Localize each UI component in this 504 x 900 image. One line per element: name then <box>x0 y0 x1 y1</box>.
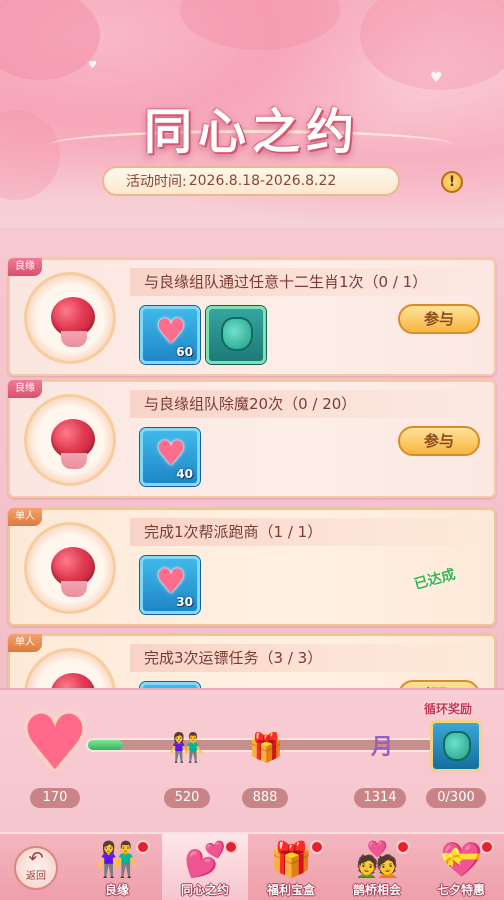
reward-list: ♥ 60 <box>140 306 266 364</box>
notification-badge <box>310 840 324 854</box>
event-time-bar: 活动时间: 2026.8.18-2026.8.22 <box>102 166 400 196</box>
blossom-decoration <box>0 0 100 80</box>
milestone-value: 520 <box>164 788 210 808</box>
task-card: 良缘 与良缘组队除魔20次（0 / 20） ♥ 40 参与 <box>8 380 496 498</box>
tab-label: 鹊桥相会 <box>352 883 401 897</box>
task-avatar <box>24 394 116 486</box>
loop-reward-item[interactable] <box>430 720 482 772</box>
time-range: 2026.8.18-2026.8.22 <box>188 173 337 189</box>
rose-bouquet-icon <box>51 673 95 688</box>
task-list[interactable]: 良缘 与良缘组队通过任意十二生肖1次（0 / 1） ♥ 60 参与 良缘 与良缘… <box>0 228 504 688</box>
heart-gift-icon: 💝 <box>440 840 483 880</box>
reward-count: 30 <box>176 595 193 609</box>
reward-list: ♥ 30 <box>140 556 200 614</box>
task-tag: 良缘 <box>8 258 42 276</box>
gift-pouch-icon[interactable]: 🎁 <box>246 728 286 768</box>
task-avatar <box>24 648 116 688</box>
page-title: 同心之约 <box>143 104 360 160</box>
tab-tongxin[interactable]: 💕 同心之约 <box>162 834 248 900</box>
rose-bouquet-icon <box>51 547 95 597</box>
task-card: 单人 完成3次运镖任务（3 / 3） ♥ 领取 <box>8 634 496 688</box>
notification-badge <box>396 840 410 854</box>
task-title: 与良缘组队除魔20次（0 / 20） <box>130 390 488 418</box>
task-card: 单人 完成1次帮派跑商（1 / 1） ♥ 30 已达成 <box>8 508 496 626</box>
couple-icon: 👫 <box>96 840 139 880</box>
back-arrow-icon: ↶ <box>28 848 44 869</box>
tab-liangyuan[interactable]: 👫 良缘 <box>74 834 160 900</box>
magpie-bridge-icon: 💑 <box>356 840 399 880</box>
event-header: ♥ ♥ 同心之约 活动时间: 2026.8.18-2026.8.22 ! <box>0 0 504 228</box>
back-label: 返回 <box>26 871 46 882</box>
time-label: 活动时间: <box>126 174 187 190</box>
tab-queqiao[interactable]: 💑 鹊桥相会 <box>334 834 420 900</box>
tab-fuli[interactable]: 🎁 福利宝盒 <box>248 834 334 900</box>
reward-count: 40 <box>176 467 193 481</box>
reward-count: 60 <box>176 345 193 359</box>
rose-bouquet-icon <box>51 419 95 469</box>
progress-panel: ♥ 170 👫 520 🎁 888 月 1314 循环奖励 0/300 <box>0 688 504 832</box>
heart-icon: ♥ <box>155 312 187 352</box>
tab-qixi[interactable]: 💝 七夕特惠 <box>418 834 504 900</box>
task-title: 完成3次运镖任务（3 / 3） <box>130 644 488 672</box>
heart-icon: ♥ <box>430 70 443 86</box>
milestone-value: 888 <box>242 788 288 808</box>
task-avatar <box>24 522 116 614</box>
tab-label: 同心之约 <box>180 883 229 897</box>
month-card-icon[interactable]: 月 <box>362 728 402 768</box>
bottom-nav: ↶ 返回 👫 良缘 💕 同心之约 🎁 福利宝盒 💑 鹊桥相会 💝 七夕特惠 <box>0 832 504 900</box>
loop-reward-label: 循环奖励 <box>424 702 473 716</box>
task-tag: 单人 <box>8 634 42 652</box>
join-button[interactable]: 参与 <box>398 426 480 456</box>
heart-icon: ♥ <box>88 60 97 71</box>
heart-icon: ♥ <box>155 562 187 602</box>
tab-label: 福利宝盒 <box>266 883 315 897</box>
task-title: 完成1次帮派跑商（1 / 1） <box>130 518 488 546</box>
notification-badge <box>480 840 494 854</box>
reward-item[interactable]: ♥ 40 <box>140 428 200 486</box>
task-tag: 良缘 <box>8 380 42 398</box>
task-avatar <box>24 272 116 364</box>
reward-item[interactable]: ♥ 30 <box>140 556 200 614</box>
notification-badge <box>224 840 238 854</box>
bag-icon <box>221 317 253 351</box>
tab-label: 七夕特惠 <box>436 883 485 897</box>
double-heart-icon: 💕 <box>184 840 227 880</box>
exclamation-icon[interactable]: ! <box>441 171 463 193</box>
reward-item[interactable]: ♥ 60 <box>140 306 200 364</box>
reward-list: ♥ 40 <box>140 428 200 486</box>
bag-icon <box>443 731 471 761</box>
heart-icon: ♥ <box>155 434 187 474</box>
blossom-decoration <box>180 0 340 50</box>
rose-bouquet-icon <box>51 297 95 347</box>
gift-box-icon: 🎁 <box>270 840 313 880</box>
join-button[interactable]: 参与 <box>398 304 480 334</box>
tab-label: 良缘 <box>104 883 129 897</box>
reward-item[interactable] <box>206 306 266 364</box>
notification-badge <box>136 840 150 854</box>
task-title: 与良缘组队通过任意十二生肖1次（0 / 1） <box>130 268 488 296</box>
claim-button[interactable]: 领取 <box>398 680 480 688</box>
milestone-value: 1314 <box>354 788 406 808</box>
loop-progress: 0/300 <box>426 788 486 808</box>
current-score: 170 <box>30 788 80 808</box>
task-card: 良缘 与良缘组队通过任意十二生肖1次（0 / 1） ♥ 60 参与 <box>8 258 496 376</box>
couple-icon[interactable]: 👫 <box>166 728 206 768</box>
completed-stamp: 已达成 <box>412 566 458 593</box>
heart-icon: ♥ <box>20 698 90 787</box>
back-button[interactable]: ↶ 返回 <box>14 846 58 890</box>
task-tag: 单人 <box>8 508 42 526</box>
